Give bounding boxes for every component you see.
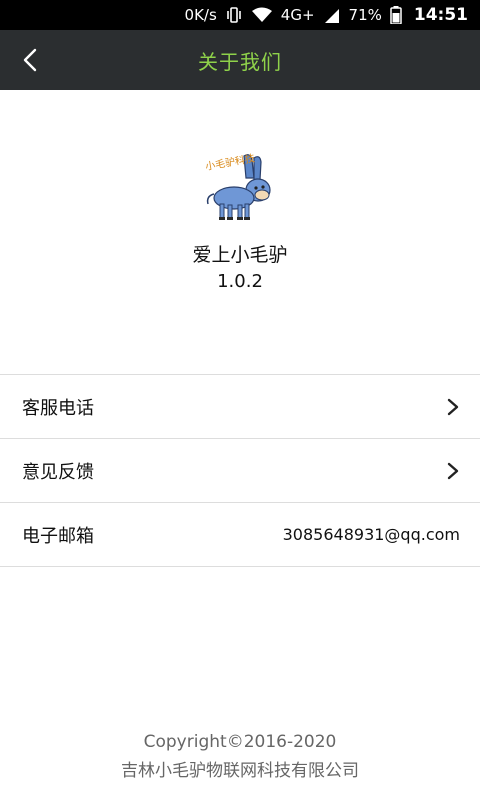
page-title: 关于我们 [198,49,282,74]
list-item-label: 客服电话 [22,397,94,419]
status-bar: 0K/s 4G+ 71% 14:51 [0,0,480,30]
company-name: 吉林小毛驴物联网科技有限公司 [121,761,359,781]
copyright-text: Copyright©2016-2020 [143,732,337,752]
donkey-logo-icon: 小毛驴科技 [204,151,271,220]
chevron-right-icon [447,462,459,479]
signal-icon [323,7,341,23]
list-item-email[interactable]: 电子邮箱 3085648931@qq.com [0,503,480,567]
wifi-icon [251,7,273,23]
vibrate-icon [225,7,243,23]
network-type: 4G+ [280,6,315,24]
app-logo: 小毛驴科技 [200,148,280,228]
battery-level: 71% [348,6,382,24]
network-speed: 0K/s [184,6,217,24]
list-item-label: 意见反馈 [22,461,94,483]
app-version: 1.0.2 [217,271,263,292]
clock: 14:51 [413,5,468,25]
battery-icon [390,6,402,24]
top-app-bar: 关于我们 [0,30,480,90]
list-item-feedback[interactable]: 意见反馈 [0,439,480,503]
list-item-customer-service-phone[interactable]: 客服电话 [0,375,480,439]
list-item-label: 电子邮箱 [22,525,94,547]
app-name: 爱上小毛驴 [192,244,288,266]
back-arrow-icon [23,48,37,72]
email-value: 3085648931@qq.com [282,525,460,544]
chevron-right-icon [447,398,459,415]
settings-list: 客服电话 意见反馈 电子邮箱 3085648931@qq.com [0,374,480,567]
app-info: 小毛驴科技 爱上小毛驴 1.0.2 [0,148,480,292]
back-button[interactable] [10,40,50,80]
footer: Copyright©2016-2020 吉林小毛驴物联网科技有限公司 [0,728,480,786]
